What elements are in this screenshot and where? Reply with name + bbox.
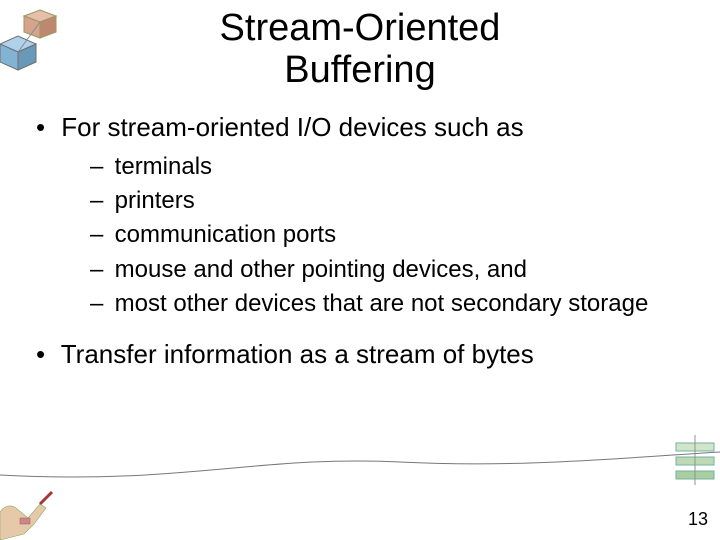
sub-bullet: – terminals	[90, 151, 684, 183]
sub-bullet: – printers	[90, 185, 684, 217]
dash-marker: –	[90, 288, 108, 320]
swoosh-line-icon	[0, 450, 720, 485]
sub-bullet: – most other devices that are not second…	[90, 288, 684, 320]
bullet-1: • For stream-oriented I/O devices such a…	[36, 110, 684, 145]
sub-bullet-text: printers	[115, 187, 195, 214]
slide-body: • For stream-oriented I/O devices such a…	[0, 92, 720, 372]
bullet-2: • Transfer information as a stream of by…	[36, 337, 684, 372]
slide-title: Stream-Oriented Buffering	[0, 0, 720, 92]
dash-marker: –	[90, 185, 108, 217]
stack-icon	[670, 435, 720, 495]
dash-marker: –	[90, 254, 108, 286]
sub-bullet-text: mouse and other pointing devices, and	[115, 256, 527, 283]
sub-bullet: – mouse and other pointing devices, and	[90, 254, 684, 286]
sub-bullet-text: communication ports	[115, 221, 336, 248]
title-line-2: Buffering	[284, 49, 435, 91]
page-number: 13	[688, 509, 708, 530]
sub-bullet: – communication ports	[90, 219, 684, 251]
sub-bullet-text: terminals	[115, 153, 212, 180]
cubes-icon	[0, 4, 76, 88]
dash-marker: –	[90, 219, 108, 251]
bullet-marker: •	[36, 337, 54, 372]
bullet-1-text: For stream-oriented I/O devices such as	[61, 112, 523, 142]
bullet-2-text: Transfer information as a stream of byte…	[61, 339, 534, 369]
sub-bullets: – terminals – printers – communication p…	[90, 151, 684, 321]
sub-bullet-text: most other devices that are not secondar…	[115, 290, 649, 317]
hand-drawing-icon	[0, 478, 60, 540]
dash-marker: –	[90, 151, 108, 183]
slide: Stream-Oriented Buffering • For stream-o…	[0, 0, 720, 540]
title-line-1: Stream-Oriented	[220, 7, 501, 49]
bullet-marker: •	[36, 110, 54, 145]
